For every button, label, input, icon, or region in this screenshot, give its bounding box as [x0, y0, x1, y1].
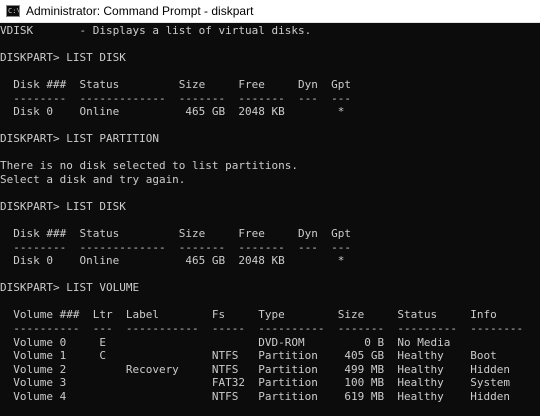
- console-line: DISKPART> LIST VOLUME: [0, 281, 140, 295]
- console-line: Disk 0 Online 465 GB 2048 KB *: [0, 254, 345, 268]
- console-line: Volume 1 C NTFS Partition 405 GB Healthy…: [0, 349, 497, 363]
- console-line: ---------- --- ----------- ----- -------…: [0, 322, 524, 336]
- command-prompt-window: C:\ Administrator: Command Prompt - disk…: [0, 0, 540, 416]
- console-line: DISKPART> LIST DISK: [0, 200, 126, 214]
- console-line: Disk ### Status Size Free Dyn Gpt: [0, 78, 351, 92]
- command-prompt-icon: C:\: [6, 5, 20, 17]
- console-line: VDISK - Displays a list of virtual disks…: [0, 24, 312, 37]
- console-line: Volume 0 E DVD-ROM 0 B No Media: [0, 335, 451, 349]
- console-line: -------- ------------- ------- ------- -…: [0, 240, 351, 254]
- console-line: Select a disk and try again.: [0, 173, 186, 187]
- console-output[interactable]: VDISK - Displays a list of virtual disks…: [0, 24, 540, 416]
- console-line: DISKPART> LIST PARTITION: [0, 132, 159, 146]
- console-line: DISKPART> LIST DISK: [0, 51, 126, 65]
- console-line: Volume 2 Recovery NTFS Partition 499 MB …: [0, 362, 510, 376]
- console-line: Disk 0 Online 465 GB 2048 KB *: [0, 105, 345, 119]
- console-line: There is no disk selected to list partit…: [0, 159, 299, 173]
- console-line: -------- ------------- ------- ------- -…: [0, 91, 351, 105]
- console-line: Disk ### Status Size Free Dyn Gpt: [0, 227, 351, 241]
- console-line: Volume 3 FAT32 Partition 100 MB Healthy …: [0, 376, 510, 390]
- console-line: Volume ### Ltr Label Fs Type Size Status…: [0, 308, 497, 322]
- title-bar[interactable]: C:\ Administrator: Command Prompt - disk…: [0, 0, 540, 23]
- window-title: Administrator: Command Prompt - diskpart: [26, 4, 254, 18]
- console-line: Volume 4 NTFS Partition 619 MB Healthy H…: [0, 389, 510, 403]
